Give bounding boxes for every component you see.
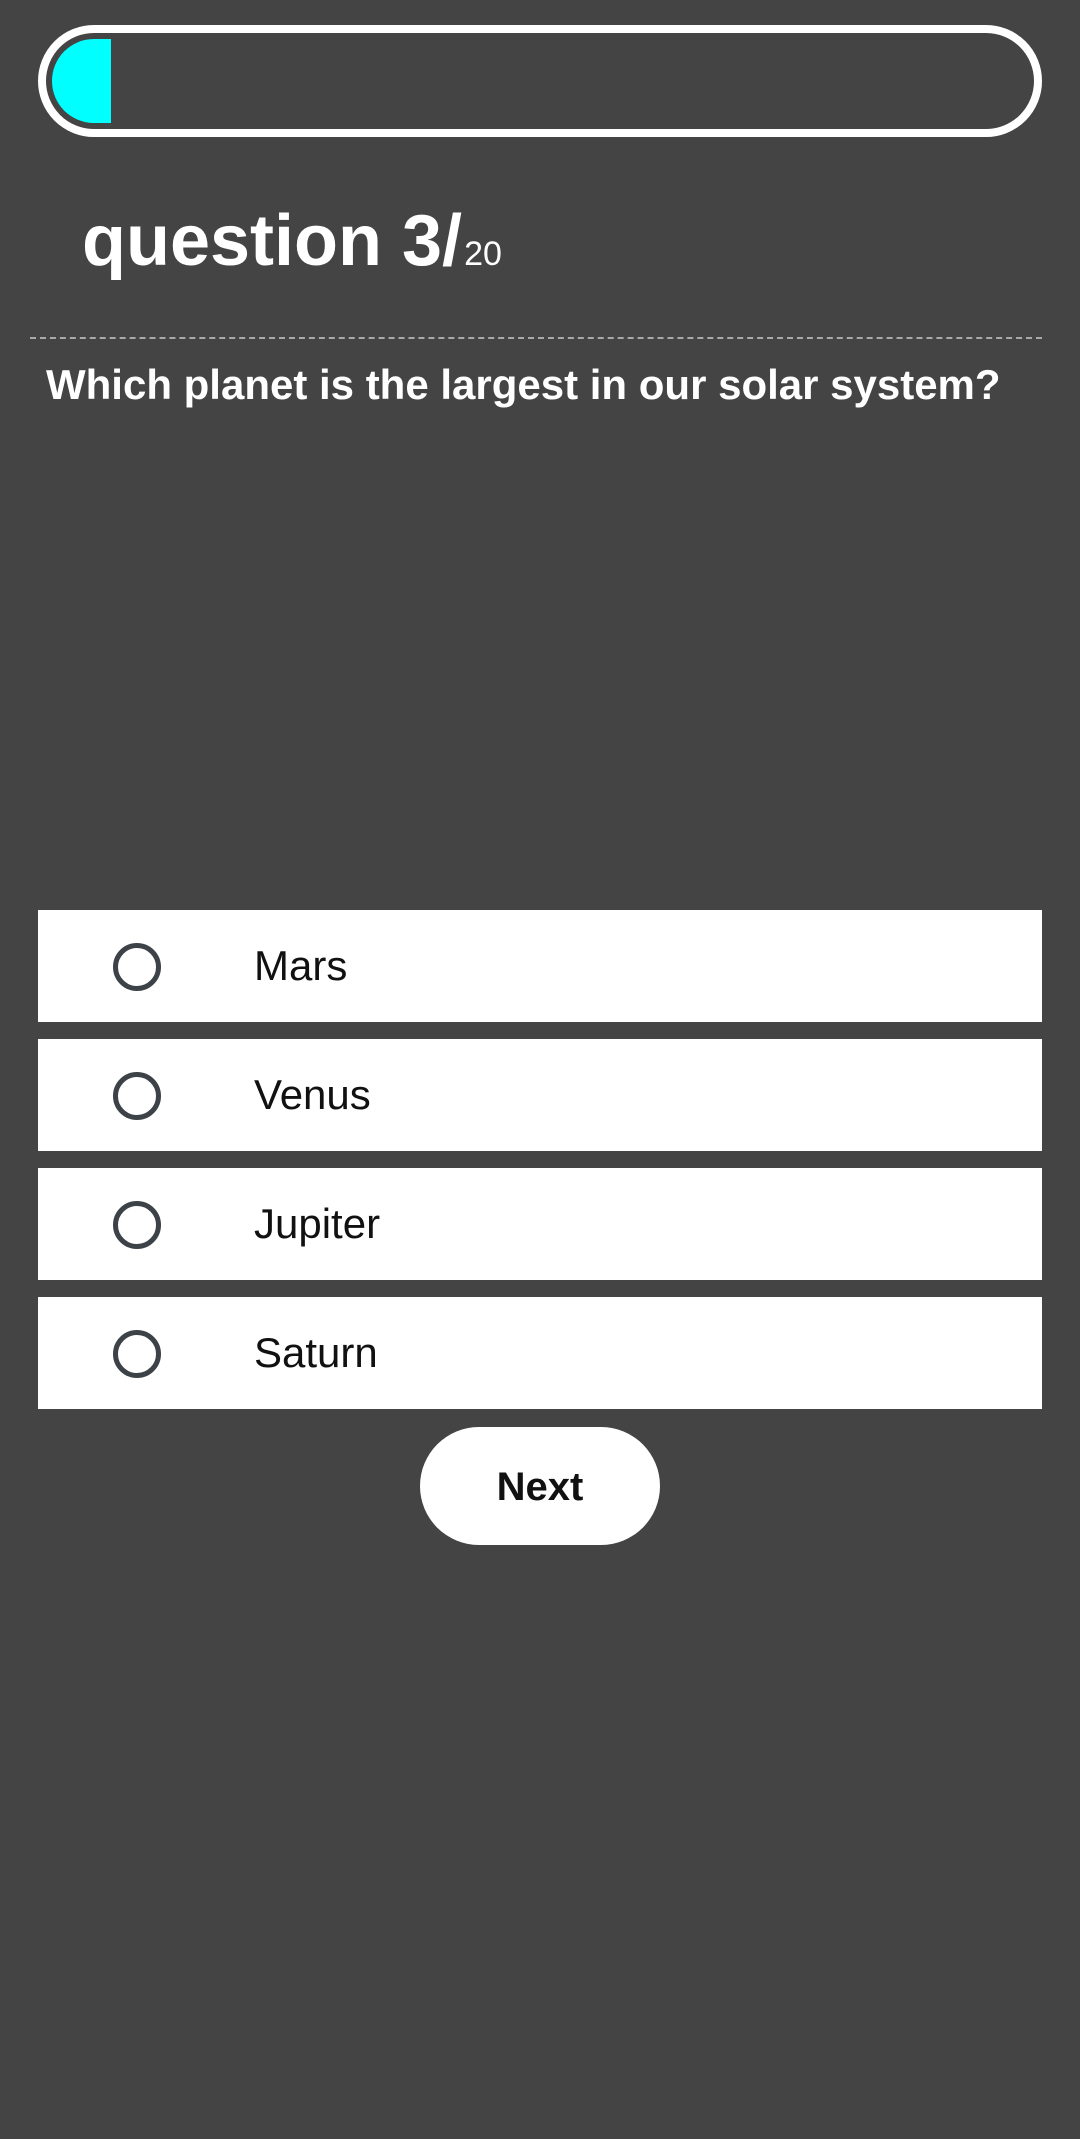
- question-counter-total: 20: [464, 235, 502, 273]
- answer-option-jupiter[interactable]: Jupiter: [38, 1168, 1042, 1280]
- question-counter: question 3 / 20: [82, 200, 502, 290]
- question-counter-current: 3: [402, 201, 443, 281]
- answer-option-saturn[interactable]: Saturn: [38, 1297, 1042, 1409]
- radio-icon[interactable]: [113, 1072, 161, 1120]
- answer-option-label: Venus: [254, 1071, 371, 1118]
- progress-bar-fill: [52, 39, 111, 123]
- answer-options: Mars Venus Jupiter Saturn: [38, 910, 1042, 1426]
- next-button[interactable]: Next: [420, 1427, 660, 1545]
- divider: [30, 337, 1042, 339]
- answer-option-mars[interactable]: Mars: [38, 910, 1042, 1022]
- answer-option-venus[interactable]: Venus: [38, 1039, 1042, 1151]
- progress-bar: [38, 25, 1042, 137]
- question-text: Which planet is the largest in our solar…: [46, 361, 1001, 408]
- radio-icon[interactable]: [113, 943, 161, 991]
- radio-icon[interactable]: [113, 1330, 161, 1378]
- answer-option-label: Jupiter: [254, 1200, 381, 1247]
- answer-option-label: Saturn: [254, 1329, 378, 1376]
- question-counter-word: question: [82, 201, 382, 281]
- answer-option-label: Mars: [254, 942, 348, 989]
- radio-icon[interactable]: [113, 1201, 161, 1249]
- question-counter-slash: /: [442, 201, 463, 281]
